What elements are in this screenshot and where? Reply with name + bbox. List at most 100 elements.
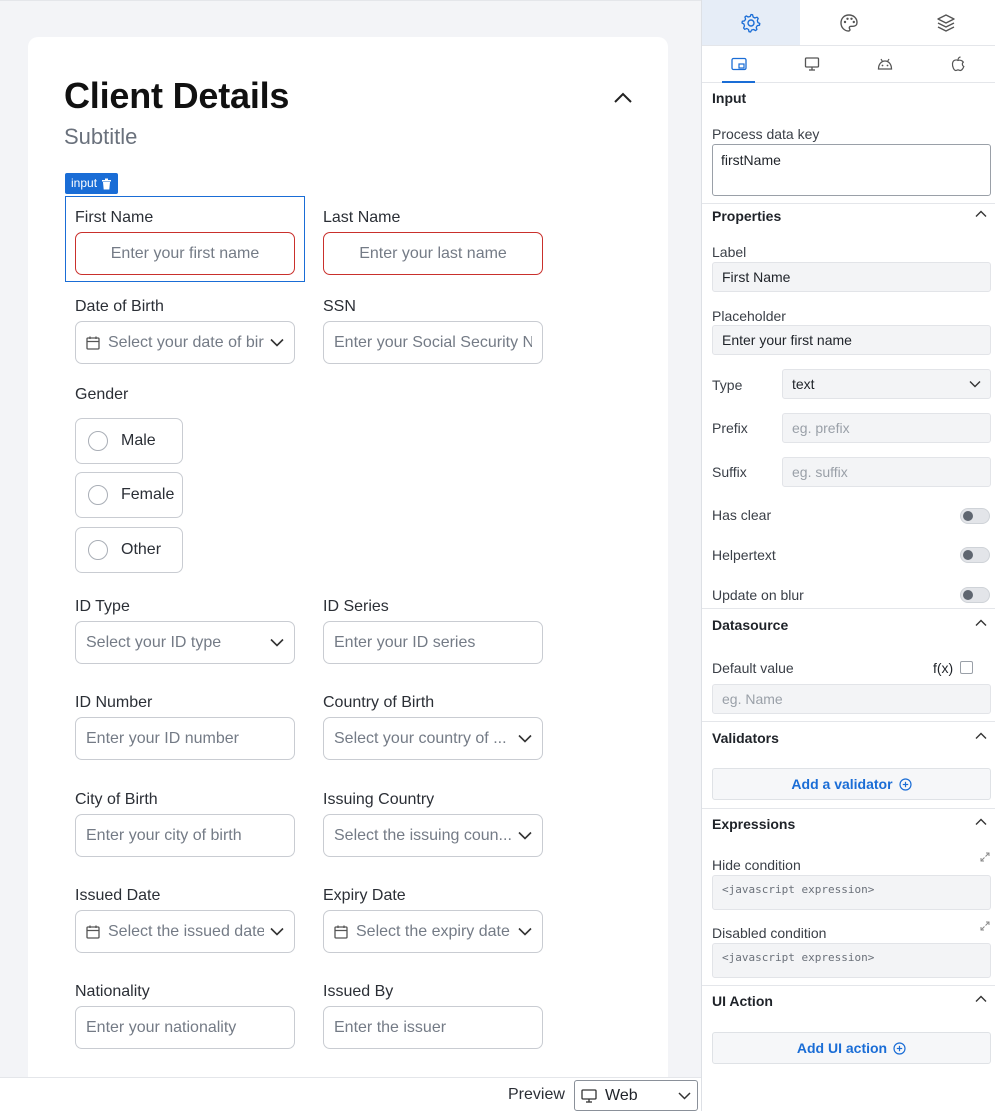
apple-icon [952, 56, 965, 72]
id-type-label: ID Type [75, 598, 130, 615]
preview-platform-value: Web [605, 1086, 638, 1104]
country-of-birth-select[interactable]: Select your country of ... [323, 717, 543, 760]
id-number-input[interactable]: Enter your ID number [75, 717, 295, 760]
ssn-field: SSN Enter your Social Security Number [323, 296, 543, 364]
id-series-label: ID Series [323, 598, 389, 615]
tab-desktop[interactable] [775, 46, 848, 82]
city-of-birth-input[interactable]: Enter your city of birth [75, 814, 295, 857]
add-ui-action-button[interactable]: Add UI action [712, 1032, 991, 1064]
label-input[interactable]: First Name [712, 262, 991, 292]
suffix-input[interactable]: eg. suffix [782, 457, 991, 487]
tab-styles[interactable] [800, 0, 898, 45]
tab-settings[interactable] [702, 0, 800, 45]
issued-by-label: Issued By [323, 983, 394, 1000]
tab-web-component[interactable] [702, 46, 775, 83]
datasource-collapse-button[interactable] [975, 619, 987, 631]
properties-section-title: Properties [712, 208, 782, 224]
chevron-down-icon [270, 927, 284, 936]
validators-collapse-button[interactable] [975, 732, 987, 744]
gender-option-female[interactable]: Female [75, 472, 183, 518]
chevron-up-icon [614, 92, 632, 103]
chevron-up-icon [975, 818, 987, 825]
process-key-input[interactable]: firstName [712, 144, 991, 196]
expiry-date-label: Expiry Date [323, 887, 406, 904]
section-divider [702, 985, 995, 986]
form-canvas: Client Details Subtitle input First Name… [0, 0, 701, 1111]
issuing-country-select[interactable]: Select the issuing coun... [323, 814, 543, 857]
expand-editor-button[interactable] [980, 921, 992, 933]
prefix-field-label: Prefix [712, 420, 748, 436]
label-field-label: Label [712, 244, 747, 260]
default-value-input[interactable]: eg. Name [712, 684, 991, 714]
disabled-condition-editor[interactable]: <javascript expression> [712, 943, 991, 978]
helpertext-label: Helpertext [712, 547, 776, 563]
default-value-label: Default value [712, 660, 794, 676]
chevron-up-icon [975, 995, 987, 1002]
properties-collapse-button[interactable] [975, 210, 987, 222]
preview-label: Preview [508, 1086, 565, 1103]
add-validator-label: Add a validator [791, 776, 893, 792]
client-details-card: Client Details Subtitle input First Name… [28, 37, 668, 1111]
gender-option-male[interactable]: Male [75, 418, 183, 464]
add-validator-button[interactable]: Add a validator [712, 768, 991, 800]
section-divider [702, 608, 995, 609]
card-subtitle: Subtitle [64, 124, 138, 149]
issued-date-datepicker[interactable]: Select the issued date [75, 910, 295, 953]
country-of-birth-label: Country of Birth [323, 694, 435, 711]
issued-date-field: Issued Date Select the issued date [75, 885, 295, 953]
id-series-input[interactable]: Enter your ID series [323, 621, 543, 664]
android-icon [877, 58, 893, 70]
ssn-input[interactable]: Enter your Social Security Number [323, 321, 543, 364]
tab-layers[interactable] [897, 0, 995, 45]
tab-ios[interactable] [922, 46, 995, 82]
datasource-section-title: Datasource [712, 617, 789, 633]
chevron-down-icon [518, 831, 532, 840]
id-type-select[interactable]: Select your ID type [75, 621, 295, 664]
nationality-label: Nationality [75, 983, 150, 1000]
hide-condition-editor[interactable]: <javascript expression> [712, 875, 991, 910]
expiry-date-field: Expiry Date Select the expiry date [323, 885, 543, 953]
type-select[interactable]: text [782, 369, 991, 399]
web-component-icon [730, 57, 747, 71]
suffix-field-label: Suffix [712, 464, 747, 480]
prefix-input[interactable]: eg. prefix [782, 413, 991, 443]
plus-circle-icon [893, 1041, 906, 1055]
issuing-country-label: Issuing Country [323, 791, 435, 808]
expand-editor-button[interactable] [980, 852, 992, 864]
issued-by-input[interactable]: Enter the issuer [323, 1006, 543, 1049]
first-name-input[interactable]: Enter your first name [75, 232, 295, 275]
selected-component-tag[interactable]: input [65, 173, 119, 194]
preview-bar: Preview Web [0, 1077, 701, 1111]
ui-action-collapse-button[interactable] [975, 995, 987, 1007]
chevron-up-icon [975, 210, 987, 217]
expressions-collapse-button[interactable] [975, 818, 987, 830]
collapse-card-button[interactable] [612, 87, 634, 109]
last-name-input[interactable]: Enter your last name [323, 232, 543, 275]
dob-datepicker[interactable]: Select your date of birth [75, 321, 295, 364]
update-on-blur-toggle[interactable] [960, 587, 990, 603]
radio-circle [88, 540, 108, 560]
preview-platform-select[interactable]: Web [574, 1080, 698, 1111]
fx-checkbox[interactable] [960, 661, 973, 674]
nationality-input[interactable]: Enter your nationality [75, 1006, 295, 1049]
hide-condition-label: Hide condition [712, 857, 801, 873]
process-key-label: Process data key [712, 126, 820, 142]
calendar-icon [86, 336, 100, 350]
gender-label: Gender [75, 386, 129, 403]
chevron-down-icon [270, 338, 284, 347]
expand-icon [980, 921, 990, 931]
radio-circle [88, 485, 108, 505]
expressions-section-title: Expressions [712, 816, 796, 832]
has-clear-toggle[interactable] [960, 508, 990, 524]
add-ui-action-label: Add UI action [796, 1040, 888, 1056]
radio-circle [88, 431, 108, 451]
gender-option-other[interactable]: Other [75, 527, 183, 573]
trash-icon[interactable] [101, 178, 112, 190]
issued-date-label: Issued Date [75, 887, 161, 904]
city-of-birth-field: City of Birth Enter your city of birth [75, 789, 295, 857]
helpertext-toggle[interactable] [960, 547, 990, 563]
expiry-date-datepicker[interactable]: Select the expiry date [323, 910, 543, 953]
chevron-down-icon [518, 734, 532, 743]
tab-android[interactable] [849, 46, 922, 82]
placeholder-input[interactable]: Enter your first name [712, 325, 991, 355]
